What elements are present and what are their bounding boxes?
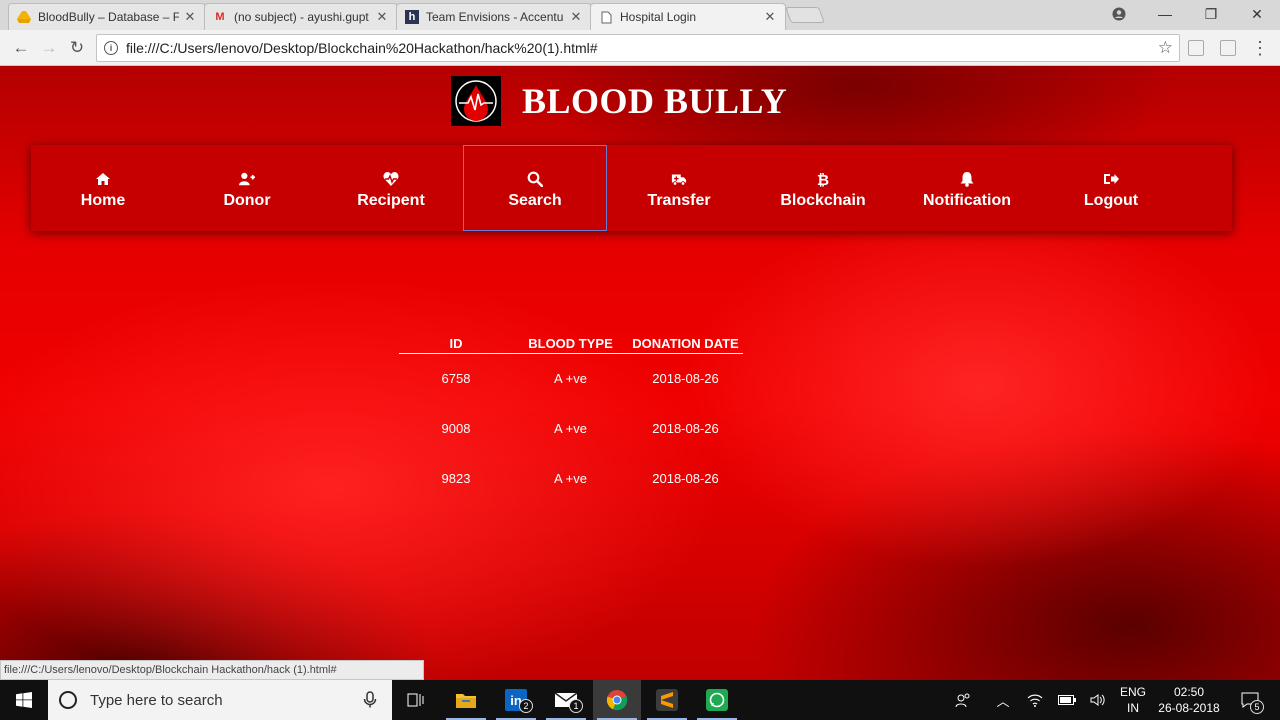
tab-close-icon[interactable]: ✕ [569, 9, 583, 25]
nav-notification[interactable]: Notification [895, 145, 1039, 231]
cortana-icon [59, 691, 77, 709]
svg-text:₿: ₿ [817, 171, 829, 187]
search-icon [527, 171, 543, 187]
nav-blockchain[interactable]: ₿ Blockchain [751, 145, 895, 231]
extension-icon[interactable] [1220, 40, 1236, 56]
microphone-icon[interactable] [360, 690, 380, 710]
whatsapp-icon[interactable] [693, 680, 741, 720]
sublime-text-icon[interactable] [643, 680, 691, 720]
main-nav: Home Donor Recipent Search Transfer ₿ Bl… [31, 145, 1232, 231]
profile-icon[interactable] [1096, 0, 1142, 28]
brand-header: BLOOD BULLY [451, 76, 787, 126]
forward-icon[interactable]: → [37, 36, 61, 60]
task-view-icon[interactable] [392, 680, 440, 720]
wifi-icon[interactable] [1022, 680, 1048, 720]
linkedin-icon[interactable]: in 2 [492, 680, 540, 720]
brand-title: BLOOD BULLY [522, 81, 788, 121]
notification-center-icon[interactable]: 5 [1232, 680, 1268, 720]
document-icon [599, 10, 613, 24]
back-icon[interactable]: ← [9, 36, 33, 60]
close-window-icon[interactable]: ✕ [1234, 0, 1280, 28]
chrome-icon[interactable] [593, 680, 641, 720]
tab-close-icon[interactable]: ✕ [375, 9, 389, 25]
sign-out-icon [1104, 173, 1119, 184]
tab-close-icon[interactable]: ✕ [763, 9, 777, 25]
restore-icon[interactable]: ❐ [1188, 0, 1234, 28]
ambulance-icon [671, 174, 687, 186]
star-icon[interactable]: ☆ [1158, 38, 1173, 58]
url-text[interactable]: file:///C:/Users/lenovo/Desktop/Blockcha… [126, 40, 1158, 56]
tab-team-envisions[interactable]: h Team Envisions - Accentu ✕ [396, 3, 592, 30]
windows-start-icon[interactable] [0, 680, 48, 720]
home-icon [96, 172, 110, 185]
bell-icon [960, 171, 974, 187]
tab-bloodbully-database[interactable]: BloodBully – Database – F ✕ [8, 3, 206, 30]
address-bar[interactable]: i file:///C:/Users/lenovo/Desktop/Blockc… [96, 34, 1180, 62]
taskbar: Type here to search in 2 1 ︿ ENG IN 02:5 [0, 680, 1280, 720]
tab-close-icon[interactable]: ✕ [183, 9, 197, 25]
nav-donor[interactable]: Donor [175, 145, 319, 231]
volume-icon[interactable] [1085, 680, 1111, 720]
nav-transfer[interactable]: Transfer [607, 145, 751, 231]
chevron-up-icon[interactable]: ︿ [990, 680, 1016, 720]
clock-time: 02:50 [1173, 685, 1205, 699]
nav-search[interactable]: Search [463, 145, 607, 231]
tab-hospital-login[interactable]: Hospital Login ✕ [590, 3, 786, 30]
clock[interactable]: 02:50 26-08-2018 [1152, 684, 1226, 716]
mail-badge: 1 [569, 699, 583, 713]
page-content: BLOOD BULLY Home Donor Recipent Search T… [0, 66, 1280, 680]
people-icon[interactable] [950, 680, 976, 720]
mail-icon[interactable]: 1 [542, 680, 590, 720]
linkedin-badge: 2 [519, 699, 533, 713]
drive-icon [17, 10, 31, 24]
column-header-donation-date: DONATION DATE [632, 336, 739, 351]
reload-icon[interactable]: ↻ [65, 36, 89, 60]
table-row: 9823 A +ve 2018-08-26 [441, 470, 719, 486]
file-explorer-icon[interactable] [442, 680, 490, 720]
language-indicator[interactable]: ENG IN [1116, 684, 1150, 716]
nav-recipent[interactable]: Recipent [319, 145, 463, 231]
nav-logout[interactable]: Logout [1039, 145, 1183, 231]
taskbar-search[interactable]: Type here to search [48, 680, 392, 720]
heartbeat-icon [383, 171, 399, 186]
extension-icon[interactable] [1188, 40, 1204, 56]
new-tab-button[interactable] [785, 7, 825, 23]
info-icon[interactable]: i [104, 41, 118, 55]
menu-icon[interactable]: ⋮ [1248, 36, 1272, 60]
table-header: ID BLOOD TYPE DONATION DATE [399, 336, 743, 354]
gmail-icon: M [215, 11, 225, 23]
nav-home[interactable]: Home [31, 145, 175, 231]
bitcoin-icon: ₿ [817, 171, 829, 187]
clock-date: 26-08-2018 [1158, 701, 1220, 715]
tab-strip: BloodBully – Database – F ✕ M (no subjec… [0, 0, 1280, 30]
tab-gmail[interactable]: M (no subject) - ayushi.gupt ✕ [204, 3, 398, 30]
blood-drop-logo-icon [451, 76, 501, 126]
link-status-bar: file:///C:/Users/lenovo/Desktop/Blockcha… [0, 660, 424, 680]
notification-count-badge: 5 [1250, 700, 1264, 714]
minimize-icon[interactable]: — [1142, 0, 1188, 28]
column-header-blood-type: BLOOD TYPE [528, 336, 613, 351]
table-row: 6758 A +ve 2018-08-26 [441, 370, 719, 386]
battery-icon[interactable] [1054, 680, 1080, 720]
browser-toolbar: ← → ↻ i file:///C:/Users/lenovo/Desktop/… [0, 30, 1280, 66]
column-header-id: ID [449, 336, 463, 351]
hackerearth-icon: h [405, 10, 419, 24]
table-row: 9008 A +ve 2018-08-26 [441, 420, 719, 436]
user-plus-icon [239, 172, 255, 185]
donation-results-table: ID BLOOD TYPE DONATION DATE 6758 A +ve 2… [399, 336, 743, 494]
